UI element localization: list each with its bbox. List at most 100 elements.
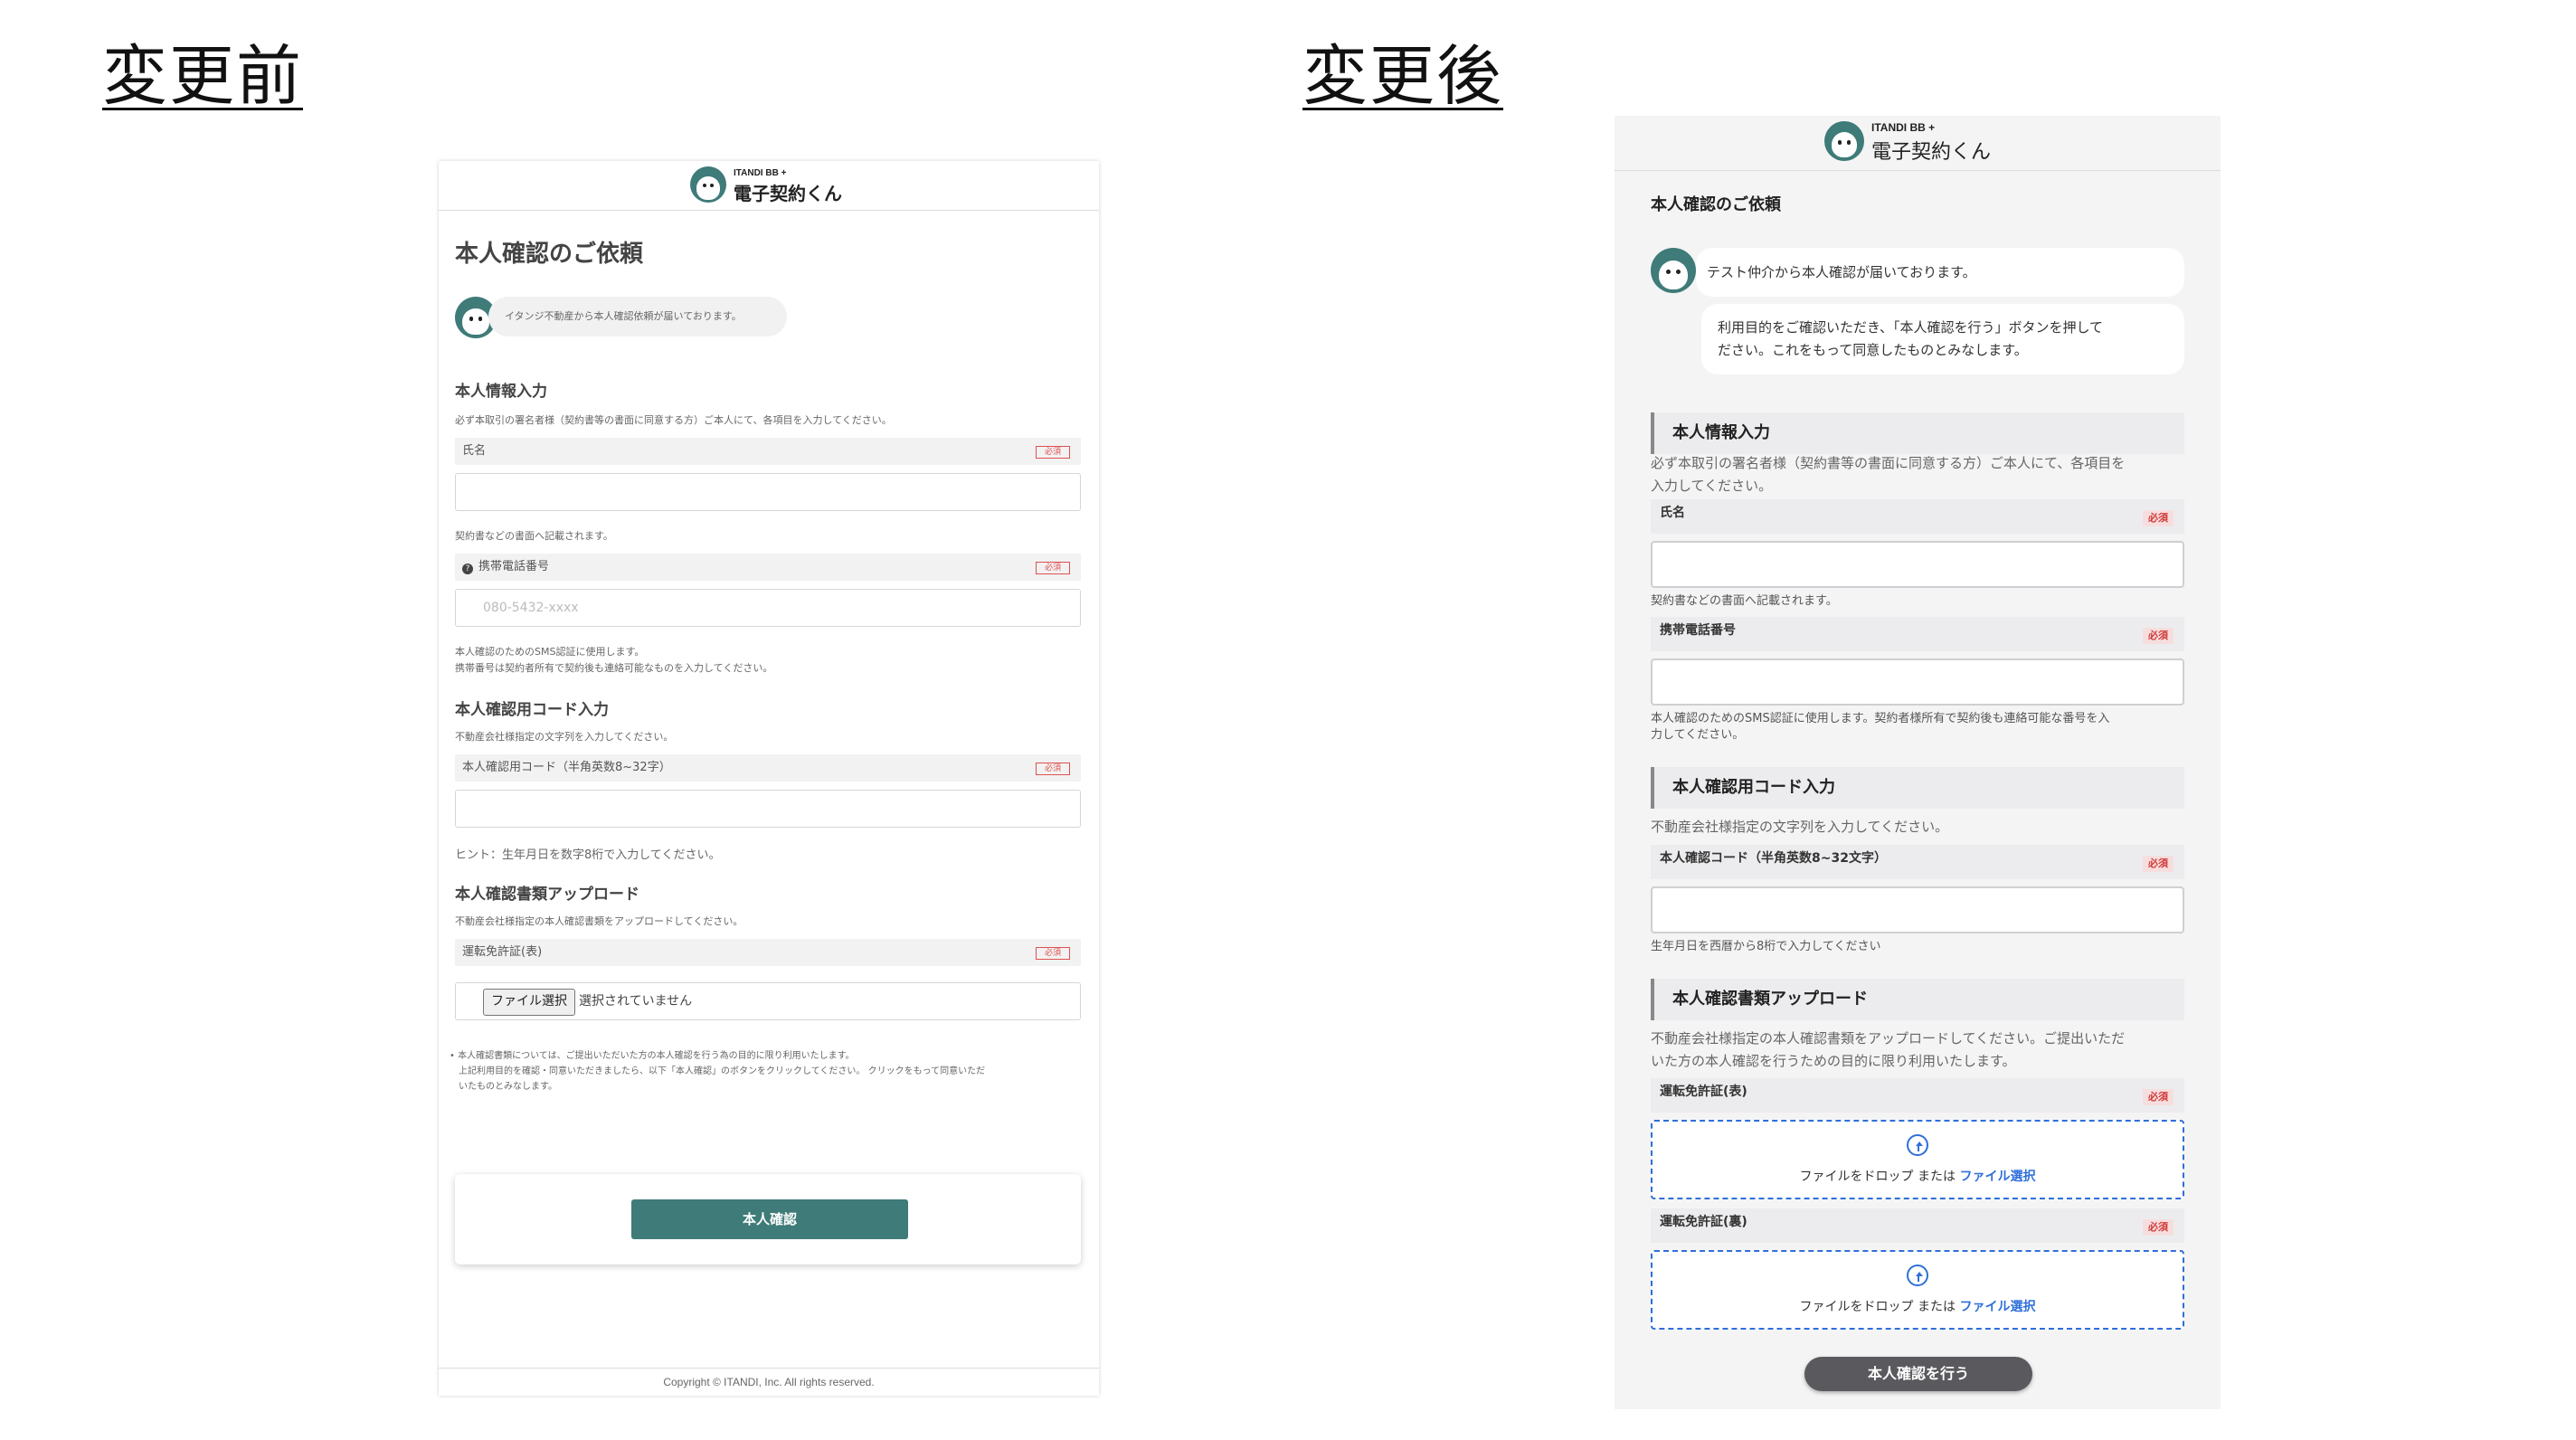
required-badge: 必須 xyxy=(1036,446,1070,459)
required-badge: 必須 xyxy=(1036,947,1070,960)
license-front-dropzone[interactable]: ファイルをドロップ または ファイル選択 xyxy=(1651,1120,2184,1199)
after-heading: 変更後 xyxy=(1302,38,1504,114)
required-badge: 必須 xyxy=(2143,628,2174,644)
name-input[interactable] xyxy=(455,473,1081,511)
bear-avatar-icon xyxy=(1651,248,1696,293)
phone-label-row: 携帯電話番号 必須 xyxy=(1651,617,2184,651)
section-note: 不動産会社様指定の文字列を入力してください。 xyxy=(455,731,674,743)
before-screen: ITANDI BB + 電子契約くん 本人確認のご依頼 イタンジ不動産から本人確… xyxy=(439,161,1099,1396)
submit-identity-button[interactable]: 本人確認を行う xyxy=(1804,1357,2032,1391)
upload-cloud-icon xyxy=(1907,1265,1928,1286)
phone-label-row: ? 携帯電話番号 必須 xyxy=(455,554,1081,581)
name-note: 契約書などの書面へ記載されます。 xyxy=(1651,594,1838,608)
consent-message: 利用目的をご確認いただき、「本人確認を行う」ボタンを押して ださい。これをもって… xyxy=(1701,304,2184,374)
brand-top-label: ITANDI BB + xyxy=(734,168,787,178)
drop-text: ファイルをドロップ または xyxy=(1799,1300,1960,1314)
brand-main-label: 電子契約くん xyxy=(734,183,842,204)
license-file-input[interactable]: ファイル選択 選択されていません xyxy=(455,982,1081,1020)
required-badge: 必須 xyxy=(2143,856,2174,872)
code-label: 本人確認コード（半角英数8~32文字） xyxy=(1660,851,1887,866)
dropzone-text: ファイルをドロップ または ファイル選択 xyxy=(1653,1167,2183,1185)
section-note: 必ず本取引の署名者様（契約書等の書面に同意する方）ご本人にて、各項目を 入力して… xyxy=(1651,452,2184,497)
code-input[interactable] xyxy=(455,790,1081,828)
section-title-upload: 本人確認書類アップロード xyxy=(1651,979,2184,1020)
section-note-line-2: 入力してください。 xyxy=(1651,478,1773,494)
request-message: イタンジ不動産から本人確認依頼が届いております。 xyxy=(488,297,787,336)
file-select-button[interactable]: ファイル選択 xyxy=(483,989,575,1016)
phone-input[interactable] xyxy=(1651,658,2184,706)
disclaimer-line-3: いたものとみなします。 xyxy=(459,1082,557,1092)
required-badge: 必須 xyxy=(2143,1219,2174,1236)
after-screen: ITANDI BB + 電子契約くん 本人確認のご依頼 テスト仲介から本人確認が… xyxy=(1615,116,2221,1409)
page-title: 本人確認のご依頼 xyxy=(1651,195,1781,214)
before-header: ITANDI BB + 電子契約くん xyxy=(439,161,1099,211)
code-label-row: 本人確認用コード（半角英数8~32字） 必須 xyxy=(455,754,1081,782)
drop-text: ファイルをドロップ または xyxy=(1799,1170,1960,1184)
name-note: 契約書などの書面へ記載されます。 xyxy=(455,530,613,542)
name-label: 氏名 xyxy=(462,444,487,458)
request-message: テスト仲介から本人確認が届いております。 xyxy=(1696,248,2184,297)
bear-logo-icon xyxy=(1824,121,1864,161)
name-label: 氏名 xyxy=(1660,506,1685,520)
phone-placeholder: 080-5432-xxxx xyxy=(483,601,579,615)
section-note: 不動産会社様指定の本人確認書類をアップロードしてください。 xyxy=(455,915,743,927)
section-title-code: 本人確認用コード入力 xyxy=(455,701,609,719)
required-badge: 必須 xyxy=(2143,1089,2174,1105)
file-none-text: 選択されていません xyxy=(579,994,693,1009)
license-back-dropzone[interactable]: ファイルをドロップ または ファイル選択 xyxy=(1651,1250,2184,1330)
section-title-code: 本人確認用コード入力 xyxy=(1651,767,2184,809)
disclaimer-line-2: 上記利用目的を確認・同意いただきましたら、以下「本人確認」のボタンをクリックして… xyxy=(459,1066,986,1076)
name-input[interactable] xyxy=(1651,541,2184,588)
phone-label: 携帯電話番号 xyxy=(1660,623,1736,638)
license-back-label: 運転免許証(裏) xyxy=(1660,1215,1747,1229)
confirm-card: 本人確認 xyxy=(455,1174,1081,1265)
code-input[interactable] xyxy=(1651,886,2184,933)
phone-note: 本人確認のためのSMS認証に使用します。契約者様所有で契約後も連絡可能な番号を入… xyxy=(1651,711,2193,744)
disclaimer-line-1: • 本人確認書類については、ご提出いただいた方の本人確認を行う為の目的に限り利用… xyxy=(450,1051,855,1061)
section-note-line-2: いた方の本人確認を行うための目的に限り利用いたします。 xyxy=(1651,1053,2016,1069)
section-note: 不動産会社様指定の文字列を入力してください。 xyxy=(1651,819,1949,835)
footer-copyright: Copyright © ITANDI, Inc. All rights rese… xyxy=(439,1368,1099,1396)
page-title: 本人確認のご依頼 xyxy=(455,241,644,268)
required-badge: 必須 xyxy=(2143,510,2174,526)
section-note: 不動産会社様指定の本人確認書類をアップロードしてください。ご提出いただ いた方の… xyxy=(1651,1028,2184,1073)
phone-note-1: 本人確認のためのSMS認証に使用します。 xyxy=(455,646,645,658)
bear-logo-icon xyxy=(690,166,726,203)
code-label-row: 本人確認コード（半角英数8~32文字） 必須 xyxy=(1651,845,2184,879)
brand-main-label: 電子契約くん xyxy=(1871,141,1992,164)
phone-note-2: 携帯番号は契約者所有で契約後も連絡可能なものを入力してください。 xyxy=(455,662,773,674)
upload-cloud-icon xyxy=(1907,1134,1928,1156)
license-front-label-row: 運転免許証(表) 必須 xyxy=(1651,1078,2184,1113)
name-label-row: 氏名 必須 xyxy=(455,438,1081,465)
section-note-line-1: 必ず本取引の署名者様（契約書等の書面に同意する方）ご本人にて、各項目を xyxy=(1651,455,2126,471)
question-icon[interactable]: ? xyxy=(462,564,473,574)
file-select-link[interactable]: ファイル選択 xyxy=(1959,1170,2035,1184)
after-header: ITANDI BB + 電子契約くん xyxy=(1615,116,2221,171)
consent-message-line-2: ださい。これをもって同意したものとみなします。 xyxy=(1718,342,2028,358)
license-label-row: 運転免許証(表) 必須 xyxy=(455,939,1081,966)
section-note: 必ず本取引の署名者様（契約書等の書面に同意する方）ご本人にて、各項目を入力してく… xyxy=(455,414,892,426)
section-note-line-1: 不動産会社様指定の本人確認書類をアップロードしてください。ご提出いただ xyxy=(1651,1030,2126,1047)
code-hint: 生年月日を西暦から8桁で入力してください xyxy=(1651,940,1881,953)
file-select-link[interactable]: ファイル選択 xyxy=(1959,1300,2035,1314)
request-message-text: テスト仲介から本人確認が届いております。 xyxy=(1707,264,1976,280)
section-title-upload: 本人確認書類アップロード xyxy=(455,886,639,904)
confirm-button[interactable]: 本人確認 xyxy=(631,1199,908,1239)
name-label-row: 氏名 必須 xyxy=(1651,499,2184,534)
required-badge: 必須 xyxy=(1036,763,1070,775)
code-hint: ヒント：生年月日を数字8桁で入力してください。 xyxy=(455,848,721,862)
brand-top-label: ITANDI BB + xyxy=(1871,121,1936,134)
phone-label: 携帯電話番号 xyxy=(478,560,550,573)
phone-note-line-1: 本人確認のためのSMS認証に使用します。契約者様所有で契約後も連絡可能な番号を入 xyxy=(1651,712,2110,725)
before-heading: 変更前 xyxy=(102,38,304,114)
consent-message-line-1: 利用目的をご確認いただき、「本人確認を行う」ボタンを押して xyxy=(1718,319,2104,336)
phone-input[interactable]: 080-5432-xxxx xyxy=(455,589,1081,627)
dropzone-text: ファイルをドロップ または ファイル選択 xyxy=(1653,1297,2183,1315)
required-badge: 必須 xyxy=(1036,562,1070,574)
license-label: 運転免許証(表) xyxy=(462,945,543,959)
section-title-personal-info: 本人情報入力 xyxy=(455,383,547,401)
license-back-label-row: 運転免許証(裏) 必須 xyxy=(1651,1208,2184,1243)
code-label: 本人確認用コード（半角英数8~32字） xyxy=(462,761,671,774)
section-title-personal-info: 本人情報入力 xyxy=(1651,412,2184,454)
phone-note-line-2: 力してください。 xyxy=(1651,728,1745,742)
